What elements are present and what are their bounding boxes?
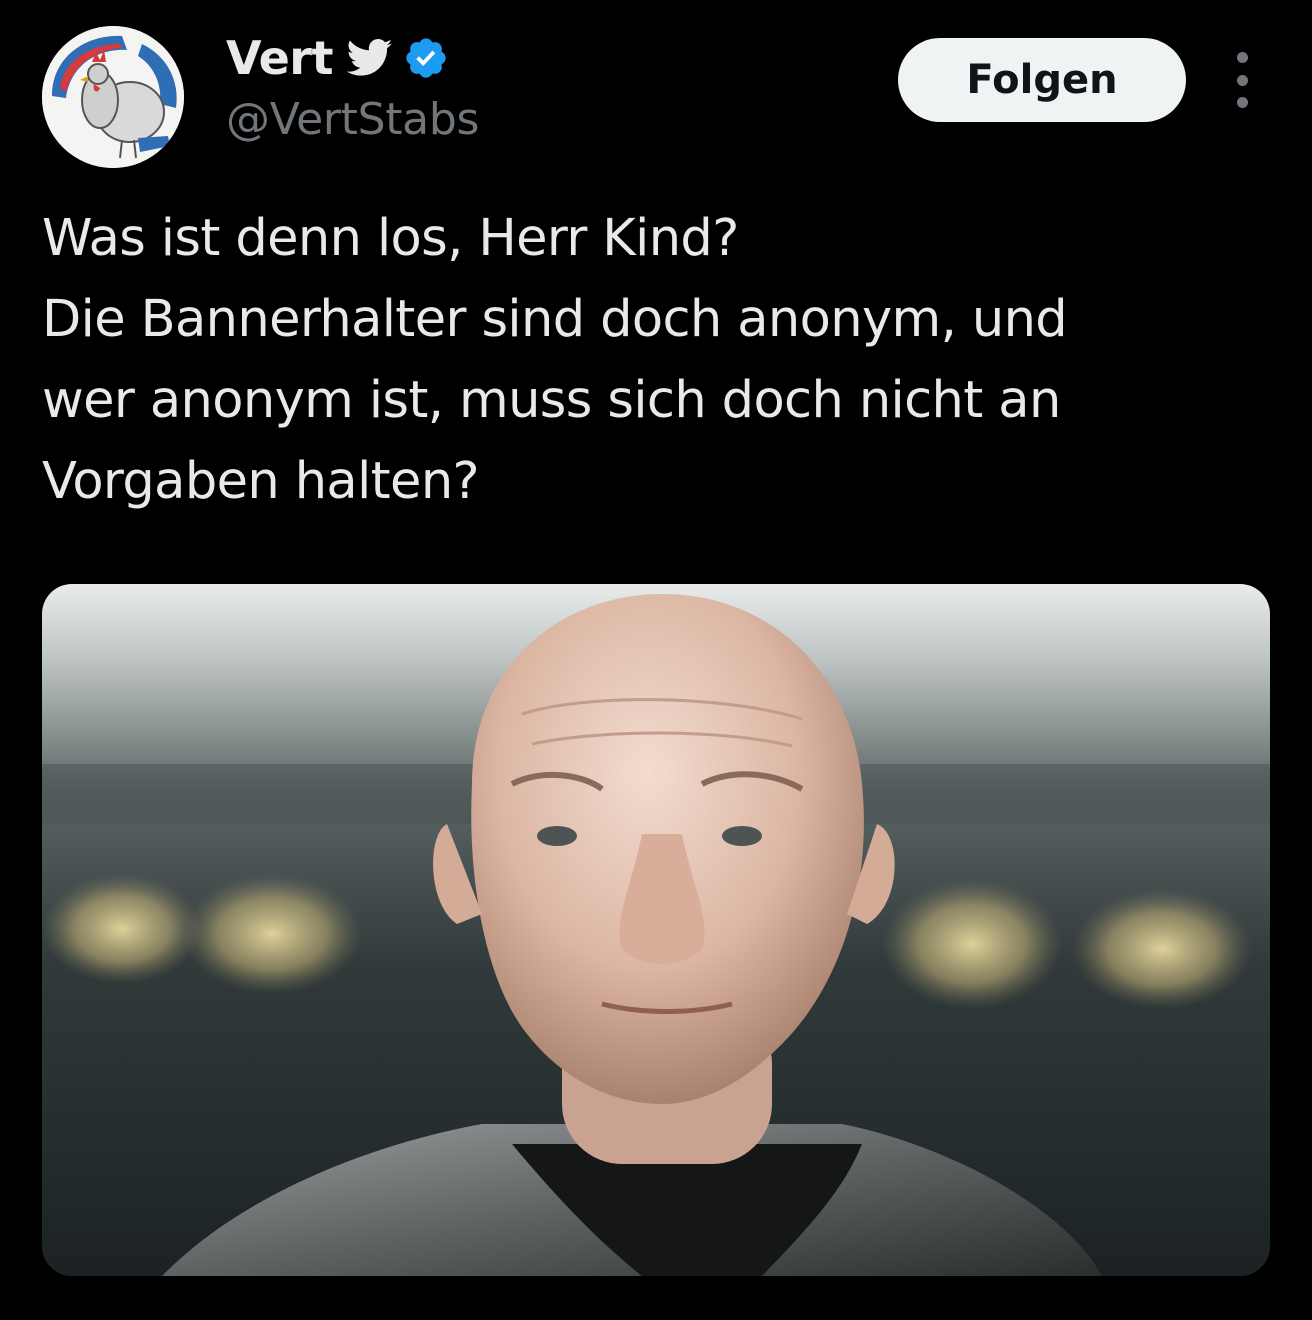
author-display-name[interactable]: Vert: [226, 31, 333, 85]
tweet-photo[interactable]: [42, 584, 1270, 1276]
author-avatar[interactable]: [42, 26, 184, 168]
twitter-bird-icon: [346, 38, 393, 78]
more-options-icon[interactable]: [1222, 52, 1262, 108]
follow-button[interactable]: Folgen: [898, 38, 1186, 122]
more-dot: [1236, 74, 1248, 86]
portrait-photo: [42, 584, 1270, 1276]
tweet-text-line: Vorgaben halten?: [42, 452, 480, 511]
more-dot: [1236, 97, 1248, 108]
verified-badge-icon[interactable]: [403, 35, 449, 81]
more-dot: [1236, 52, 1248, 63]
tweet-card: Vert @VertStabs Folgen Was ist denn los,…: [0, 0, 1312, 1320]
author-name-row: Vert: [226, 28, 479, 88]
author-handle[interactable]: @VertStabs: [226, 94, 479, 145]
tweet-text-line: Was ist denn los, Herr Kind?: [42, 209, 739, 268]
author-info: Vert @VertStabs: [226, 28, 479, 145]
tweet-text-line: wer anonym ist, muss sich doch nicht an: [42, 371, 1061, 430]
tweet-text-line: Die Bannerhalter sind doch anonym, und: [42, 290, 1068, 349]
rooster-avatar-icon: [42, 26, 184, 168]
tweet-text: Was ist denn los, Herr Kind? Die Bannerh…: [42, 198, 1272, 522]
